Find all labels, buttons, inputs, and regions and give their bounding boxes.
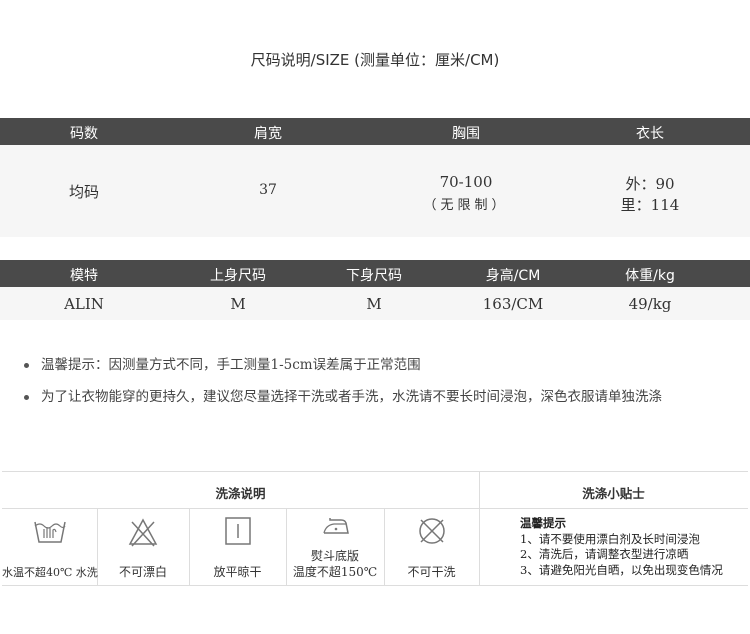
no-bleach-icon bbox=[128, 518, 158, 547]
model-name: ALIN bbox=[64, 295, 104, 313]
care-label: 不可漂白 bbox=[118, 565, 167, 579]
care-label: 放平晾干 bbox=[213, 565, 262, 579]
header-chest: 胸围 bbox=[452, 126, 480, 142]
note-text: 为了让衣物能穿的更持久，建议您尽量选择干洗或者手洗，水洗请不要长时间浸泡，深色衣… bbox=[41, 389, 662, 405]
note-item: 温馨提示：因测量方式不同，手工测量1-5cm误差属于正常范围 bbox=[24, 353, 421, 373]
bullet-icon bbox=[24, 395, 29, 400]
length-inner: 里：114 bbox=[620, 196, 680, 214]
care-label: 熨斗底版 bbox=[310, 549, 359, 563]
header-height: 身高/CM bbox=[485, 268, 541, 284]
care-section: 洗涤说明 洗涤小贴士 水温不超40℃ 水洗 不可漂白 放平晾干 熨斗底版 温度不… bbox=[2, 471, 748, 586]
care-item-iron: 熨斗底版 温度不超150℃ bbox=[286, 508, 384, 585]
tip-item: 3、请避免阳光自晒，以免出现变色情况 bbox=[520, 562, 723, 577]
header-top-size: 上身尺码 bbox=[210, 268, 266, 284]
model-weight: 49/kg bbox=[628, 295, 672, 313]
header-length: 衣长 bbox=[636, 126, 664, 142]
iron-icon bbox=[323, 518, 349, 534]
care-label: 水温不超40℃ 水洗 bbox=[2, 566, 98, 579]
hand-wash-icon bbox=[34, 521, 66, 543]
model-table-row: ALIN M M 163/CM 49/kg bbox=[0, 287, 750, 320]
header-size: 码数 bbox=[70, 126, 98, 142]
shoulder-value: 37 bbox=[259, 182, 277, 198]
header-weight: 体重/kg bbox=[625, 268, 675, 284]
care-tips: 温馨提示 1、请不要使用漂白剂及长时间浸泡 2、清洗后，请调整衣型进行凉晒 3、… bbox=[520, 516, 746, 578]
chest-note: （无限制） bbox=[423, 198, 509, 213]
tips-title: 温馨提示 bbox=[520, 516, 566, 530]
care-item-no-dry-clean: 不可干洗 bbox=[384, 508, 479, 585]
tip-item: 1、请不要使用漂白剂及长时间浸泡 bbox=[520, 531, 700, 546]
flat-dry-icon bbox=[225, 517, 251, 545]
no-dry-clean-icon bbox=[419, 518, 445, 544]
model-table-header: 模特 上身尺码 下身尺码 身高/CM 体重/kg bbox=[0, 260, 750, 287]
size-table-row: 均码 37 70-100 （无限制） 外：90 里：114 bbox=[0, 145, 750, 237]
page-title: 尺码说明/SIZE (测量单位：厘米/CM) bbox=[250, 51, 500, 69]
tip-item: 2、清洗后，请调整衣型进行凉晒 bbox=[520, 547, 689, 561]
model-height: 163/CM bbox=[482, 295, 544, 313]
care-item-hand-wash: 水温不超40℃ 水洗 bbox=[2, 508, 98, 585]
bullet-icon bbox=[24, 363, 29, 368]
model-top-size: M bbox=[230, 295, 246, 313]
size-table-header: 码数 肩宽 胸围 衣长 bbox=[0, 118, 750, 145]
chest-value: 70-100 bbox=[439, 173, 493, 191]
header-shoulder: 肩宽 bbox=[254, 126, 282, 142]
header-bottom-size: 下身尺码 bbox=[346, 268, 402, 284]
care-item-no-bleach: 不可漂白 bbox=[97, 508, 189, 585]
care-header-left: 洗涤说明 bbox=[215, 486, 266, 501]
note-item: 为了让衣物能穿的更持久，建议您尽量选择干洗或者手洗，水洗请不要长时间浸泡，深色衣… bbox=[24, 385, 662, 405]
note-text: 温馨提示：因测量方式不同，手工测量1-5cm误差属于正常范围 bbox=[41, 357, 421, 373]
length-outer: 外：90 bbox=[625, 175, 675, 193]
care-item-flat-dry: 放平晾干 bbox=[189, 508, 286, 585]
model-bottom-size: M bbox=[366, 295, 382, 313]
care-label: 不可干洗 bbox=[407, 565, 456, 579]
care-label: 温度不超150℃ bbox=[292, 565, 378, 579]
care-header-right: 洗涤小贴士 bbox=[582, 486, 645, 501]
header-model: 模特 bbox=[70, 268, 98, 284]
size-value: 均码 bbox=[68, 183, 99, 201]
